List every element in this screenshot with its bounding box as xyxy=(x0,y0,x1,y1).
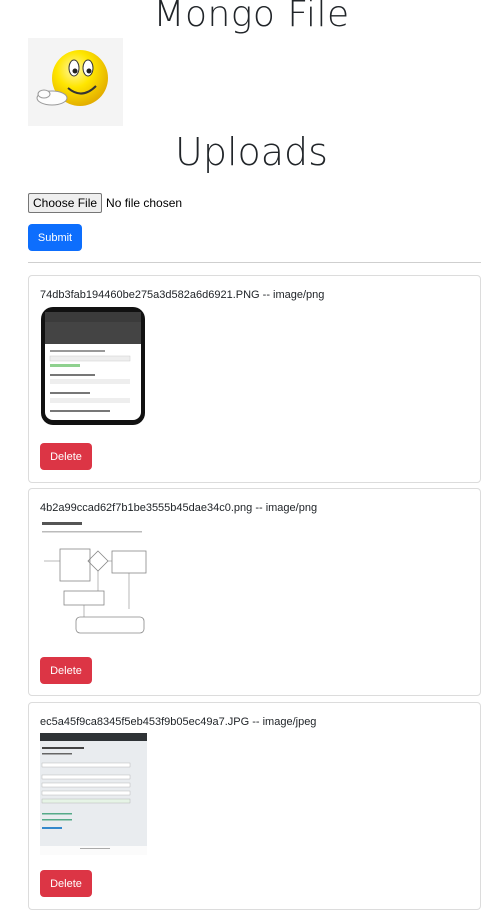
smiley-logo-icon xyxy=(36,50,108,106)
file-status-text: No file chosen xyxy=(106,195,183,210)
logo-image xyxy=(28,38,123,126)
divider xyxy=(28,262,481,263)
file-name: 4b2a99ccad62f7b1be3555b45dae34c0.png -- … xyxy=(40,502,318,514)
file-card: ec5a45f9ca8345f5eb453f9b05ec49a7.JPG -- … xyxy=(28,702,481,910)
file-thumbnail xyxy=(40,733,147,855)
submit-button[interactable]: Submit xyxy=(28,224,82,251)
app-title: Mongo File xyxy=(153,0,350,35)
file-name: 74db3fab194460be275a3d582a6d6921.PNG -- … xyxy=(40,289,325,301)
file-name: ec5a45f9ca8345f5eb453f9b05ec49a7.JPG -- … xyxy=(40,716,317,728)
uploads-heading: Uploads xyxy=(175,130,328,174)
file-thumbnail xyxy=(40,519,148,641)
delete-button[interactable]: Delete xyxy=(40,870,92,897)
file-input[interactable]: Choose File No file chosen xyxy=(28,192,182,213)
file-card: 74db3fab194460be275a3d582a6d6921.PNG -- … xyxy=(28,275,481,483)
file-thumbnail xyxy=(40,306,146,426)
delete-button[interactable]: Delete xyxy=(40,443,92,470)
choose-file-button[interactable]: Choose File xyxy=(28,192,103,213)
file-card: 4b2a99ccad62f7b1be3555b45dae34c0.png -- … xyxy=(28,488,481,696)
delete-button[interactable]: Delete xyxy=(40,657,92,684)
